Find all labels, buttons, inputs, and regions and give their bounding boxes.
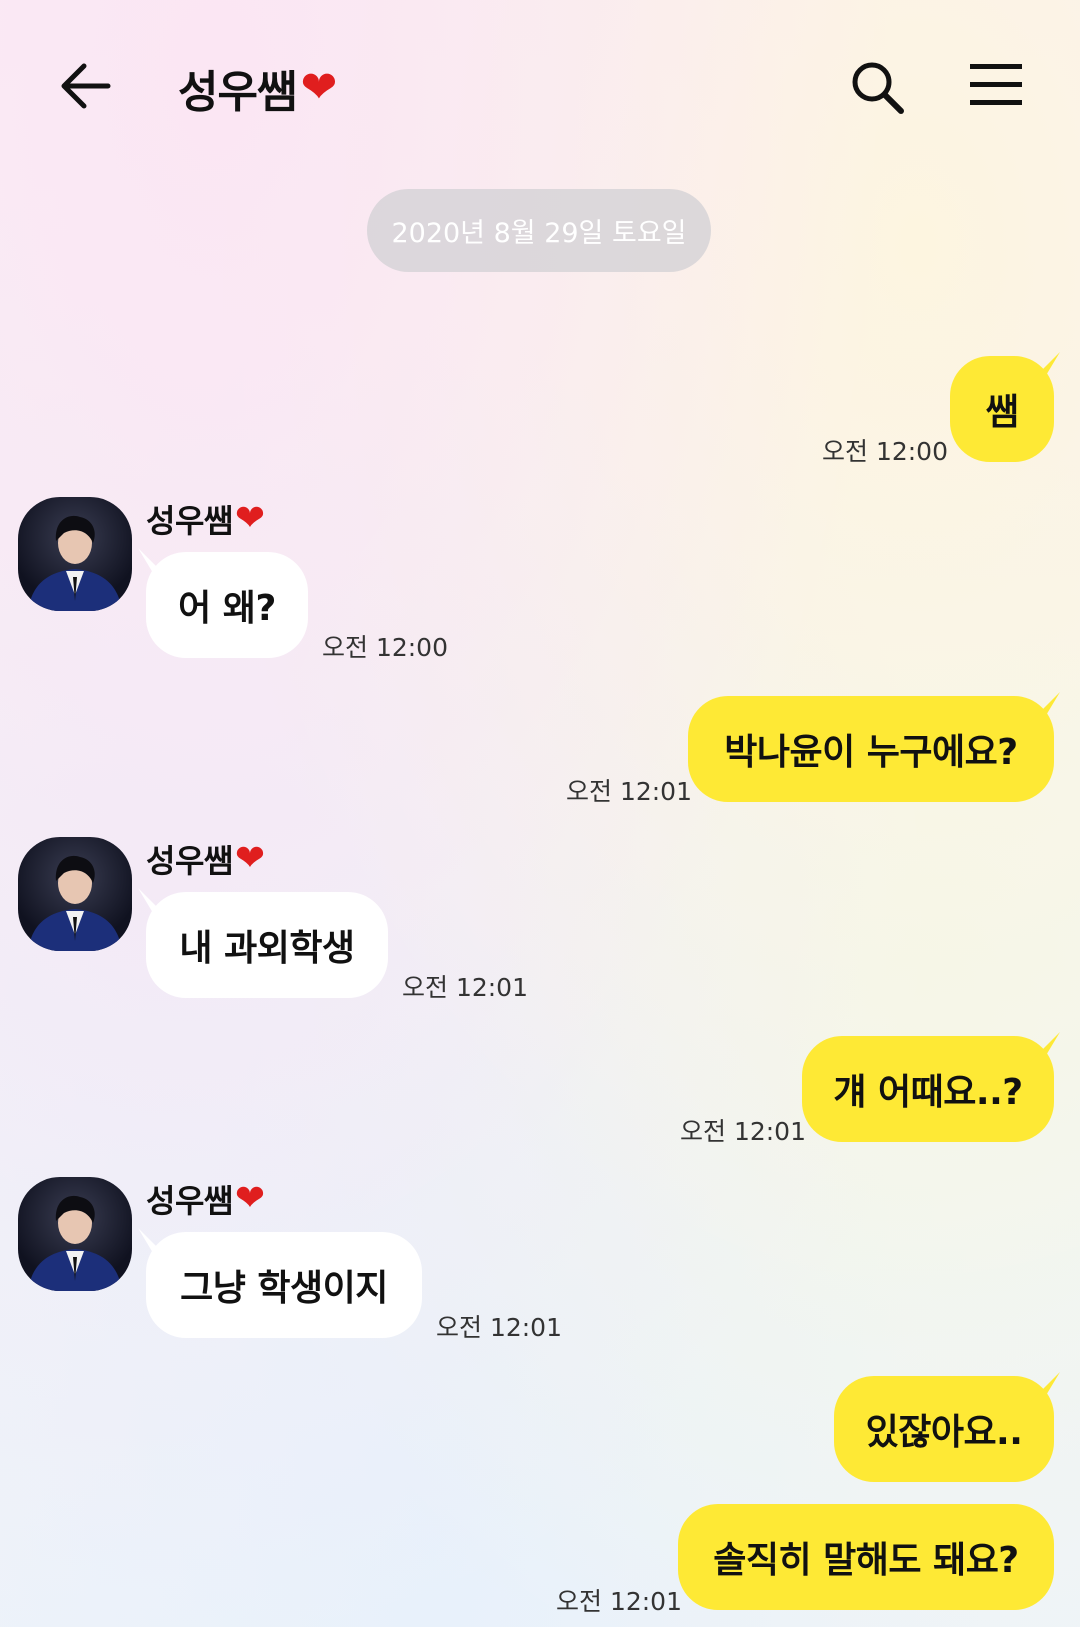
message-time: 오전 12:00 xyxy=(322,633,448,662)
chat-title-text: 성우쌤 xyxy=(178,67,297,118)
message-time: 오전 12:01 xyxy=(556,1587,682,1616)
back-button[interactable] xyxy=(58,58,114,114)
sender-name: 성우쌤 ❤ xyxy=(146,1176,265,1222)
sender-name-text: 성우쌤 xyxy=(146,842,233,880)
hamburger-menu-icon xyxy=(970,64,1022,105)
my-message-bubble[interactable]: 걔 어때요..? xyxy=(802,1036,1054,1142)
sender-name: 성우쌤 ❤ xyxy=(146,836,265,882)
heart-icon: ❤ xyxy=(234,838,265,879)
message-text: 걔 어때요..? xyxy=(833,1072,1023,1113)
message-text: 있잖아요.. xyxy=(865,1412,1023,1453)
their-message-bubble[interactable]: 어 왜? xyxy=(146,552,308,658)
their-message-bubble[interactable]: 내 과외학생 xyxy=(146,892,388,998)
message-time: 오전 12:00 xyxy=(822,437,948,466)
message-text: 내 과외학생 xyxy=(179,928,355,969)
heart-icon: ❤ xyxy=(234,498,265,539)
heart-icon: ❤ xyxy=(234,1178,265,1219)
date-divider: 2020년 8월 29일 토요일 xyxy=(367,189,711,272)
sender-name-text: 성우쌤 xyxy=(146,1182,233,1220)
contact-avatar[interactable] xyxy=(18,497,132,611)
chat-title: 성우쌤 ❤ xyxy=(178,56,337,120)
message-text: 솔직히 말해도 돼요? xyxy=(713,1540,1019,1581)
profile-photo xyxy=(28,515,122,611)
sender-name: 성우쌤 ❤ xyxy=(146,496,265,542)
message-text: 그냥 학생이지 xyxy=(180,1268,388,1309)
message-text: 어 왜? xyxy=(178,588,276,629)
my-message-bubble[interactable]: 쌤 xyxy=(950,356,1054,462)
menu-button[interactable] xyxy=(968,60,1024,110)
search-button[interactable] xyxy=(848,58,906,116)
arrow-left-icon xyxy=(61,63,111,109)
contact-avatar[interactable] xyxy=(18,837,132,951)
my-message-bubble[interactable]: 솔직히 말해도 돼요? xyxy=(678,1504,1054,1610)
their-message-bubble[interactable]: 그냥 학생이지 xyxy=(146,1232,422,1338)
my-message-bubble[interactable]: 박나윤이 누구에요? xyxy=(688,696,1054,802)
message-time: 오전 12:01 xyxy=(436,1313,562,1342)
message-time: 오전 12:01 xyxy=(566,777,692,806)
message-text: 박나윤이 누구에요? xyxy=(724,732,1018,773)
message-time: 오전 12:01 xyxy=(680,1117,806,1146)
heart-icon: ❤ xyxy=(300,62,337,113)
my-message-bubble[interactable]: 있잖아요.. xyxy=(834,1376,1054,1482)
search-icon xyxy=(852,62,904,114)
profile-photo xyxy=(28,855,122,951)
contact-avatar[interactable] xyxy=(18,1177,132,1291)
message-text: 쌤 xyxy=(985,392,1019,433)
profile-photo xyxy=(28,1195,122,1291)
message-time: 오전 12:01 xyxy=(402,973,528,1002)
sender-name-text: 성우쌤 xyxy=(146,502,233,540)
